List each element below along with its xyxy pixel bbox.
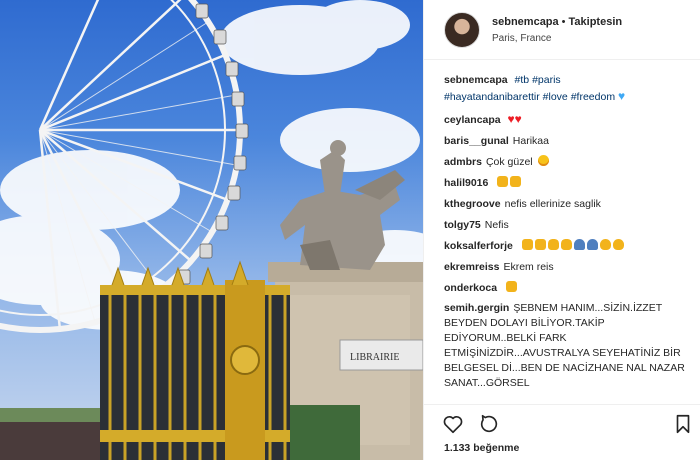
comment-item: admbrs Çok güzel: [444, 154, 688, 171]
blue-heart-icon: ♥: [617, 89, 626, 103]
comment-username[interactable]: tolgy75: [444, 219, 481, 231]
header-separator: •: [561, 15, 566, 28]
comment-text: ŞEBNEM HANIM...SİZİN.İZZET BEYDEN DOLAYI…: [444, 302, 685, 389]
librairie-sign: LIBRAIRIE: [350, 352, 399, 363]
hashtag-link[interactable]: #hayatandanibarettir: [444, 91, 540, 103]
comment-username[interactable]: admbrs: [444, 156, 482, 168]
heart-icon: ♥: [514, 112, 522, 126]
heart-outline-icon[interactable]: [442, 413, 464, 435]
golden-gate: [100, 260, 290, 460]
thumbs-up-icon: [506, 281, 518, 292]
comment-text: Çok güzel: [485, 156, 533, 168]
hashtag-link[interactable]: #paris: [532, 74, 561, 86]
trees: [0, 408, 100, 422]
comment-username[interactable]: onderkoca: [444, 282, 497, 294]
comment-item: kthegroove nefis ellerinize saglik: [444, 196, 688, 213]
location-link[interactable]: Paris, France: [492, 33, 622, 44]
comment-bubble-icon[interactable]: [478, 413, 500, 435]
follow-status[interactable]: Takiptesin: [569, 16, 623, 28]
instagram-post: LIBRAIRIE sebnemcapa • Takiptesin Paris, F…: [0, 0, 700, 460]
comment-username[interactable]: ekremreiss: [444, 261, 499, 273]
comment-item: koksalferforje: [444, 238, 688, 255]
likes-count[interactable]: 1.133 beğenme: [444, 442, 519, 454]
hashtag-link[interactable]: #love: [543, 91, 568, 103]
comment-username[interactable]: semih.gergin: [444, 302, 509, 314]
comment-item: baris__gunal Harikaa: [444, 133, 688, 150]
hashtag-link[interactable]: #tb: [515, 74, 530, 86]
paris-photo-illustration: LIBRAIRIE: [0, 0, 423, 460]
action-bar: 1.133 beğenme: [424, 404, 700, 460]
ok-hand-icon: [599, 239, 611, 250]
comment-username[interactable]: baris__gunal: [444, 135, 509, 147]
comment-item: halil9016: [444, 175, 688, 192]
clap-icon: [547, 239, 559, 250]
comment-username[interactable]: kthegroove: [444, 198, 501, 210]
comment-item: ekremreiss Ekrem reis: [444, 259, 688, 276]
hashtag-link[interactable]: #freedom: [571, 91, 615, 103]
pray-icon: [573, 239, 585, 250]
post-header: sebnemcapa • Takiptesin Paris, France: [424, 0, 700, 60]
thumbs-up-icon: [497, 176, 509, 187]
comment-text: Nefis: [484, 219, 509, 231]
post-sidebar: sebnemcapa • Takiptesin Paris, France sebn…: [423, 0, 700, 460]
bookmark-icon[interactable]: [672, 413, 694, 435]
comment-username[interactable]: ceylancapa: [444, 114, 501, 126]
librairie-awning: LIBRAIRIE: [339, 339, 423, 371]
thumbs-up-icon: [510, 176, 522, 187]
avatar[interactable]: [444, 11, 480, 48]
header-username[interactable]: sebnemcapa: [492, 16, 559, 28]
pray-icon: [586, 239, 598, 250]
comment-item: tolgy75 Nefis: [444, 217, 688, 234]
comment-text: Ekrem reis: [503, 261, 554, 273]
clap-icon: [560, 239, 572, 250]
post-photo[interactable]: LIBRAIRIE: [0, 0, 423, 460]
comments-list[interactable]: sebnemcapa #tb #paris #hayatandanibarett…: [444, 72, 688, 402]
comment-text: nefis ellerinize saglik: [504, 198, 601, 210]
comment-username[interactable]: halil9016: [444, 177, 488, 189]
bush: [290, 405, 360, 460]
caption-username[interactable]: sebnemcapa: [444, 74, 508, 86]
comment-item: ceylancapa ♥♥: [444, 111, 688, 129]
heart-eyes-icon: [537, 155, 549, 166]
comment-username[interactable]: koksalferforje: [444, 240, 513, 252]
thumbs-up-icon: [534, 239, 546, 250]
heart-icon: ♥: [507, 112, 515, 126]
comment-text: Harikaa: [512, 135, 549, 147]
thumbs-up-icon: [521, 239, 533, 250]
comment-item: onderkoca: [444, 280, 688, 297]
caption: sebnemcapa #tb #paris #hayatandanibarett…: [444, 72, 688, 105]
crowd: [0, 420, 100, 460]
ok-hand-icon: [612, 239, 624, 250]
comment-item: semih.gergin ŞEBNEM HANIM...SİZİN.İZZET B…: [444, 301, 688, 391]
